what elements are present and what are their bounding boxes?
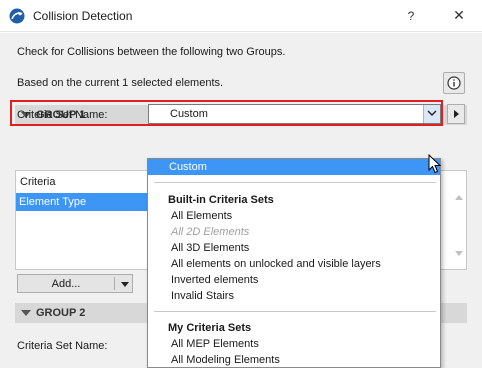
builtin-heading: Built-in Criteria Sets xyxy=(168,194,274,206)
dropdown-item-unlocked-visible[interactable]: All elements on unlocked and visible lay… xyxy=(171,258,381,270)
my-sets-heading: My Criteria Sets xyxy=(168,322,252,334)
list-item-label: Element Type xyxy=(19,196,87,208)
info-icon xyxy=(447,76,461,90)
dropdown-item-label: Custom xyxy=(169,161,207,173)
close-icon: ✕ xyxy=(453,7,465,23)
add-criteria-button[interactable]: Add... xyxy=(17,274,133,293)
description-line-2: Based on the current 1 selected elements… xyxy=(17,77,224,89)
description-line-1: Check for Collisions between the followi… xyxy=(17,46,286,58)
close-button[interactable]: ✕ xyxy=(446,4,472,26)
archicad-icon xyxy=(9,8,25,24)
dropdown-item-all-elements[interactable]: All Elements xyxy=(171,210,232,222)
info-button[interactable] xyxy=(443,72,465,94)
dropdown-item-custom[interactable]: Custom xyxy=(148,159,440,175)
chevron-down-icon[interactable] xyxy=(121,282,129,287)
add-button-label: Add... xyxy=(51,278,81,290)
criteria-column-header: Criteria xyxy=(20,176,56,188)
list-item[interactable]: Element Type xyxy=(16,193,149,211)
group-1-criteria-label: Criteria Set Name: xyxy=(17,109,108,121)
dropdown-item-all-3d-elements[interactable]: All 3D Elements xyxy=(171,242,249,254)
criteria-set-dropdown[interactable]: Custom Built-in Criteria Sets All Elemen… xyxy=(147,158,441,368)
dropdown-item-mep[interactable]: All MEP Elements xyxy=(171,338,259,350)
criteria-set-value: Custom xyxy=(170,108,208,120)
divider xyxy=(154,311,436,312)
scroll-down-icon[interactable] xyxy=(455,251,463,256)
chevron-down-icon xyxy=(427,110,437,116)
window-title: Collision Detection xyxy=(33,9,133,23)
dropdown-item-modeling[interactable]: All Modeling Elements xyxy=(171,354,280,366)
criteria-next-button[interactable] xyxy=(447,104,465,124)
mouse-cursor-icon xyxy=(428,154,442,174)
group-2-criteria-label: Criteria Set Name: xyxy=(17,340,108,352)
title-bar: Collision Detection ? ✕ xyxy=(0,0,482,32)
dropdown-toggle[interactable] xyxy=(423,105,440,123)
criteria-set-select[interactable]: Custom xyxy=(148,104,441,124)
dropdown-item-all-2d-elements: All 2D Elements xyxy=(171,226,250,238)
help-icon: ? xyxy=(407,9,415,23)
dropdown-item-inverted[interactable]: Inverted elements xyxy=(171,274,258,286)
chevron-right-icon xyxy=(454,110,459,118)
scroll-up-icon[interactable] xyxy=(455,195,463,200)
collapse-triangle-icon xyxy=(21,310,31,316)
divider xyxy=(154,182,436,183)
help-button[interactable]: ? xyxy=(398,6,424,26)
dropdown-item-invalid-stairs[interactable]: Invalid Stairs xyxy=(171,290,234,302)
group-2-title: GROUP 2 xyxy=(36,307,86,319)
button-divider xyxy=(114,277,115,290)
